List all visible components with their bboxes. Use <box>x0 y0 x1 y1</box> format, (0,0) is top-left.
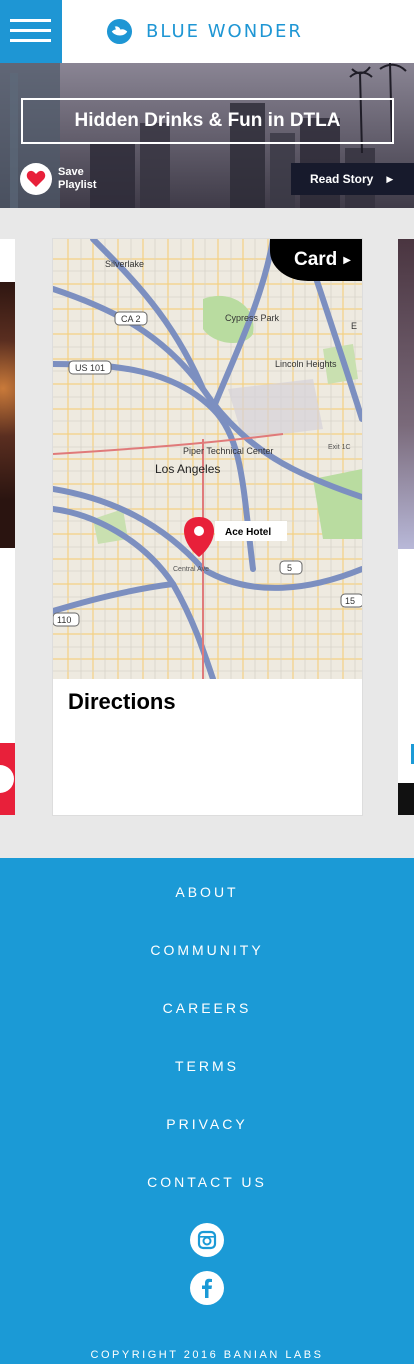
brand-name: BLUE WONDER <box>146 21 303 42</box>
save-playlist-label: Save Playlist <box>58 166 97 191</box>
facebook-icon <box>202 1278 212 1298</box>
map-label-los-angeles: Los Angeles <box>155 462 220 476</box>
directions-title: Directions <box>68 689 176 714</box>
map-label-cypress-park: Cypress Park <box>225 313 280 323</box>
bird-logo-icon <box>106 18 133 45</box>
instagram-button[interactable] <box>190 1223 224 1257</box>
route-shield-label: 5 <box>287 563 292 573</box>
route-shield-label: 15 <box>345 596 355 606</box>
map-view[interactable]: Silverlake Cypress Park Lincoln Heights … <box>53 239 362 679</box>
footer-link-about[interactable]: ABOUT <box>0 884 414 900</box>
play-arrow-icon: ▶ <box>343 254 351 266</box>
menu-bar <box>10 19 51 22</box>
card-photo <box>0 282 15 548</box>
footer-link-community[interactable]: COMMUNITY <box>0 942 414 958</box>
route-shield-i5b: 15 <box>340 593 362 608</box>
route-shield-label: 110 <box>57 615 71 625</box>
card-action-panel <box>0 743 15 815</box>
heart-icon <box>26 170 46 187</box>
card-footer-bar <box>398 783 414 815</box>
footer-link-contact-us[interactable]: CONTACT US <box>0 1174 414 1190</box>
route-shield-label: CA 2 <box>121 314 141 324</box>
route-shield-ca2: CA 2 <box>114 311 148 326</box>
menu-bar <box>10 39 51 42</box>
map-label-central-ave: Central Ave <box>173 566 209 573</box>
instagram-icon <box>197 1230 217 1250</box>
route-shield-us101: US 101 <box>68 360 112 375</box>
save-playlist-button[interactable]: Save Playlist <box>20 163 118 195</box>
hero-banner: Hidden Drinks & Fun in DTLA Save Playlis… <box>0 63 414 208</box>
next-card[interactable] <box>398 239 414 815</box>
route-shield-label: US 101 <box>75 363 105 373</box>
directions-panel: Directions <box>53 679 362 815</box>
read-story-button[interactable]: Read Story ▶ <box>291 163 414 195</box>
route-shield-i5: 5 <box>279 560 303 575</box>
pin-label-text: Ace Hotel <box>225 527 271 538</box>
pin-label: Ace Hotel <box>215 521 287 541</box>
map-label-lincoln-heights: Lincoln Heights <box>275 359 337 369</box>
brand-logo[interactable]: BLUE WONDER <box>106 18 303 45</box>
map-label-exit: Exit 1C <box>328 444 351 451</box>
story-title: Hidden Drinks & Fun in DTLA <box>21 98 394 144</box>
card-carousel[interactable]: Silverlake Cypress Park Lincoln Heights … <box>0 208 414 858</box>
copyright-text: COPYRIGHT 2016 BANIAN LABS <box>90 1349 324 1361</box>
footer-link-terms[interactable]: TERMS <box>0 1058 414 1074</box>
route-shield-i10: 110 <box>53 612 80 627</box>
map-card[interactable]: Silverlake Cypress Park Lincoln Heights … <box>53 239 362 815</box>
card-photo <box>398 239 414 549</box>
play-arrow-icon: ▶ <box>386 173 394 184</box>
map-label-piper: Piper Technical Center <box>183 446 273 456</box>
read-story-label: Read Story <box>310 172 374 186</box>
footer-link-privacy[interactable]: PRIVACY <box>0 1116 414 1132</box>
card-tag-button[interactable]: Card ▶ <box>270 239 362 281</box>
menu-bar <box>10 29 51 32</box>
previous-card[interactable] <box>0 239 15 815</box>
site-header: BLUE WONDER <box>0 0 414 63</box>
card-tag-label: Card <box>294 249 338 270</box>
map-label-east: E <box>351 321 357 331</box>
footer-link-careers[interactable]: CAREERS <box>0 1000 414 1016</box>
hamburger-menu-button[interactable] <box>0 0 62 63</box>
heart-button[interactable] <box>20 163 52 195</box>
site-footer: ABOUT COMMUNITY CAREERS TERMS PRIVACY CO… <box>0 858 414 1364</box>
map-label-silverlake: Silverlake <box>105 259 144 269</box>
facebook-button[interactable] <box>190 1271 224 1305</box>
